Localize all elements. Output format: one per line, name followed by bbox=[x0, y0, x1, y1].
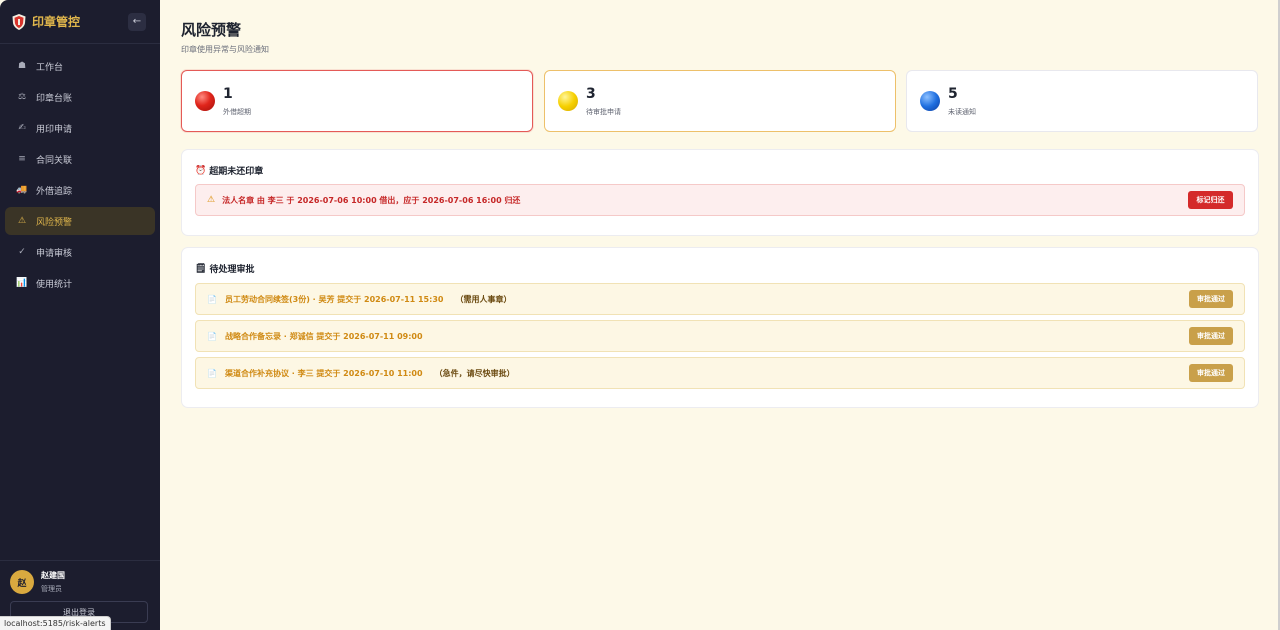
stat-value: 3 bbox=[586, 85, 596, 102]
sidebar-item-label: 外借追踪 bbox=[36, 186, 73, 197]
brand-name: 印章管控 bbox=[32, 15, 81, 29]
sidebar-nav: ☗ 工作台 ⚖ 印章台账 ✍ 用印申请 ≡ 合同关联 🚚 外借追踪 ⚠ 风险预警… bbox=[0, 44, 160, 297]
document-icon: 📄 bbox=[207, 294, 217, 304]
sidebar-item-risk-alerts[interactable]: ⚠ 风险预警 bbox=[5, 207, 155, 235]
user-name: 赵建国 bbox=[41, 571, 65, 580]
sidebar-item-label: 用印申请 bbox=[36, 124, 73, 135]
stat-cards: 1 外借超期 3 待审批申请 5 未读通知 bbox=[181, 70, 1259, 132]
truck-icon: 🚚 bbox=[16, 185, 28, 195]
arrow-left-icon: ← bbox=[132, 16, 142, 27]
pending-item-text: 渠道合作补充协议 · 李三 提交于 2026-07-10 11:00 bbox=[224, 368, 423, 378]
collapse-sidebar-button[interactable]: ← bbox=[128, 12, 146, 31]
sidebar-item-request-review[interactable]: ✓ 申请审核 bbox=[5, 238, 155, 266]
panel-title-text: 待处理审批 bbox=[209, 265, 255, 275]
main-content: 风险预警 印章使用异常与风险通知 1 外借超期 3 待审批申请 5 未读通知 ⏰… bbox=[181, 0, 1259, 408]
shield-logo-icon bbox=[12, 13, 26, 30]
brand-bar: 印章管控 ← bbox=[0, 0, 160, 44]
avatar: 赵 bbox=[10, 570, 34, 594]
pending-item-note: （需用人事章） bbox=[455, 294, 512, 304]
yellow-circle-icon bbox=[558, 91, 578, 111]
sidebar-item-label: 风险预警 bbox=[36, 217, 73, 228]
user-info: 赵 赵建国 管理员 bbox=[10, 570, 150, 594]
overdue-item-text: 法人名章 由 李三 于 2026-07-06 10:00 借出，应于 2026-… bbox=[222, 195, 521, 205]
red-circle-icon bbox=[195, 91, 215, 111]
checkmark-icon: ✓ bbox=[18, 247, 26, 257]
approve-button[interactable]: 审批通过 bbox=[1189, 364, 1233, 382]
overdue-item: ⚠ 法人名章 由 李三 于 2026-07-06 10:00 借出，应于 202… bbox=[195, 184, 1245, 216]
stat-card-overdue: 1 外借超期 bbox=[181, 70, 533, 132]
pending-item: 📄 战略合作备忘录 · 郑诚信 提交于 2026-07-11 09:00 审批通… bbox=[195, 320, 1245, 352]
pending-panel: 🗒 待处理审批 📄 员工劳动合同续签(3份) · 吴芳 提交于 2026-07-… bbox=[181, 247, 1259, 408]
browser-status-url: localhost:5185/risk-alerts bbox=[0, 616, 111, 630]
sidebar-item-seal-request[interactable]: ✍ 用印申请 bbox=[5, 114, 155, 142]
pending-item: 📄 渠道合作补充协议 · 李三 提交于 2026-07-10 11:00 （急件… bbox=[195, 357, 1245, 389]
blue-circle-icon bbox=[920, 91, 940, 111]
document-icon: 📄 bbox=[207, 331, 217, 341]
writing-hand-icon: ✍ bbox=[18, 123, 26, 133]
sidebar-item-label: 申请审核 bbox=[36, 248, 73, 259]
sidebar-item-loan-tracking[interactable]: 🚚 外借追踪 bbox=[5, 176, 155, 204]
approve-button[interactable]: 审批通过 bbox=[1189, 290, 1233, 308]
document-icon: 📄 bbox=[207, 368, 217, 378]
user-role: 管理员 bbox=[41, 585, 62, 593]
warning-icon: ⚠ bbox=[207, 195, 216, 205]
sidebar-item-label: 使用统计 bbox=[36, 279, 73, 290]
mark-returned-button[interactable]: 标记归还 bbox=[1188, 191, 1233, 209]
page-subtitle: 印章使用异常与风险通知 bbox=[181, 45, 269, 54]
stat-card-unread: 5 未读通知 bbox=[906, 70, 1258, 132]
overdue-panel-title: ⏰ 超期未还印章 bbox=[195, 164, 264, 178]
warning-icon: ⚠ bbox=[17, 216, 27, 226]
alarm-clock-icon: ⏰ bbox=[195, 165, 207, 176]
overdue-panel: ⏰ 超期未还印章 ⚠ 法人名章 由 李三 于 2026-07-06 10:00 … bbox=[181, 149, 1259, 236]
bar-chart-icon: 📊 bbox=[16, 278, 28, 288]
stat-card-pending: 3 待审批申请 bbox=[544, 70, 896, 132]
sidebar-item-seal-ledger[interactable]: ⚖ 印章台账 bbox=[5, 83, 155, 111]
sidebar-item-label: 合同关联 bbox=[36, 155, 73, 166]
pending-panel-title: 🗒 待处理审批 bbox=[195, 262, 255, 276]
sidebar-item-usage-stats[interactable]: 📊 使用统计 bbox=[5, 269, 155, 297]
page-title: 风险预警 bbox=[181, 21, 242, 39]
panel-title-text: 超期未还印章 bbox=[209, 167, 264, 177]
sidebar: 印章管控 ← ☗ 工作台 ⚖ 印章台账 ✍ 用印申请 ≡ 合同关联 🚚 外借追踪… bbox=[0, 0, 160, 630]
sidebar-item-label: 工作台 bbox=[36, 62, 64, 73]
pending-item: 📄 员工劳动合同续签(3份) · 吴芳 提交于 2026-07-11 15:30… bbox=[195, 283, 1245, 315]
approve-button[interactable]: 审批通过 bbox=[1189, 327, 1233, 345]
stat-label: 外借超期 bbox=[223, 107, 251, 116]
notepad-icon: 🗒 bbox=[195, 263, 207, 274]
sidebar-item-workbench[interactable]: ☗ 工作台 bbox=[5, 52, 155, 80]
sidebar-item-contract-link[interactable]: ≡ 合同关联 bbox=[5, 145, 155, 173]
stat-value: 5 bbox=[948, 85, 958, 102]
scale-icon: ⚖ bbox=[17, 92, 27, 102]
pending-item-text: 员工劳动合同续签(3份) · 吴芳 提交于 2026-07-11 15:30 bbox=[224, 294, 444, 304]
seal-icon: ☗ bbox=[17, 61, 27, 71]
pending-item-note: （急件，请尽快审批） bbox=[434, 368, 515, 378]
list-icon: ≡ bbox=[18, 154, 26, 164]
stat-label: 未读通知 bbox=[948, 107, 976, 116]
stat-label: 待审批申请 bbox=[586, 107, 621, 116]
pending-item-text: 战略合作备忘录 · 郑诚信 提交于 2026-07-11 09:00 bbox=[224, 331, 423, 341]
sidebar-item-label: 印章台账 bbox=[36, 93, 73, 104]
stat-value: 1 bbox=[223, 85, 233, 102]
